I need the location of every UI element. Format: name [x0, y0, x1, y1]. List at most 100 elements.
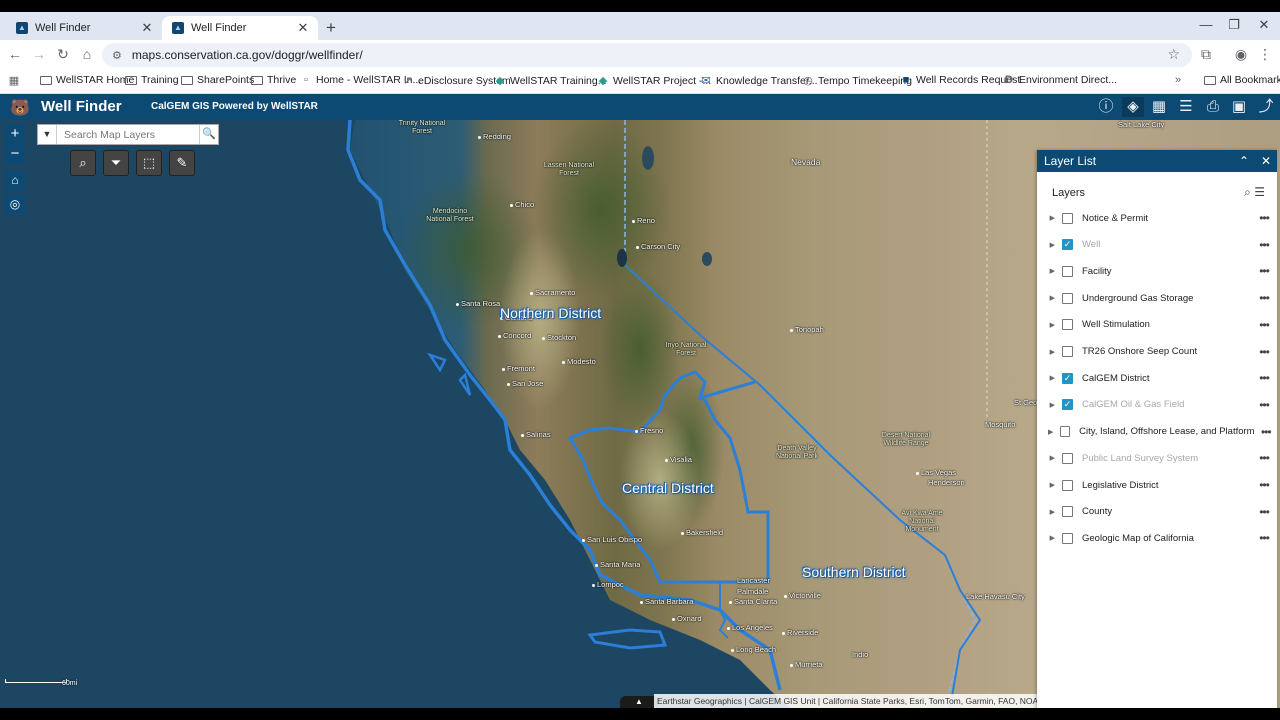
search-input[interactable] — [57, 125, 199, 144]
home-icon[interactable]: ⌂ — [78, 46, 96, 62]
bookmark-item[interactable]: ◆ WellSTAR Project -... — [597, 74, 711, 88]
tab-search-icon[interactable]: ⧉ — [1197, 46, 1215, 63]
basemap-gallery-icon[interactable]: ▦ — [1148, 97, 1170, 117]
bookmark-item[interactable]: WellSTAR Home — [40, 74, 134, 86]
bookmark-item[interactable]: ✉ Knowledge Transfer... — [700, 74, 817, 88]
more-options-icon[interactable]: ••• — [1251, 371, 1277, 385]
more-options-icon[interactable]: ••• — [1251, 451, 1277, 465]
layer-item[interactable]: ▶ City, Island, Offshore Lease, and Platf… — [1037, 419, 1277, 445]
bookmark-icon[interactable]: ▣ — [1228, 97, 1250, 117]
measure-button[interactable]: ✎ — [169, 150, 195, 176]
collapse-panel-button[interactable]: ⌃ — [1233, 154, 1255, 168]
bookmark-item[interactable]: D Environment Direct... — [1003, 74, 1117, 86]
close-window-icon[interactable]: ✕ — [1254, 17, 1274, 33]
layer-item[interactable]: ▶ County ••• — [1037, 499, 1277, 525]
select-button[interactable]: ⬚ — [136, 150, 162, 176]
zoom-in-button[interactable]: + — [5, 124, 25, 144]
site-info-icon[interactable]: ⚙ — [112, 49, 122, 62]
expand-arrow-icon[interactable]: ▶ — [1043, 294, 1057, 302]
home-extent-button[interactable]: ⌂ — [5, 170, 25, 190]
zoom-out-button[interactable]: − — [5, 144, 25, 164]
layer-checkbox[interactable] — [1062, 319, 1073, 331]
new-tab-button[interactable]: + — [326, 18, 336, 38]
search-source-dropdown[interactable]: ▼ — [38, 125, 57, 144]
close-tab-icon[interactable]: ✕ — [296, 20, 310, 36]
expand-arrow-icon[interactable]: ▶ — [1043, 267, 1057, 275]
layer-checkbox[interactable]: ✓ — [1062, 399, 1073, 411]
filter-list-icon[interactable]: ☰ — [1254, 185, 1265, 199]
layer-item[interactable]: ▶ Legislative District ••• — [1037, 472, 1277, 498]
all-bookmarks[interactable]: All Bookmarks — [1204, 74, 1280, 86]
expand-arrow-icon[interactable]: ▶ — [1043, 214, 1057, 222]
expand-arrow-icon[interactable]: ▶ — [1043, 481, 1057, 489]
bookmark-star-icon[interactable]: ☆ — [1167, 46, 1180, 63]
layer-checkbox[interactable]: ✓ — [1062, 372, 1073, 384]
expand-arrow-icon[interactable]: ▶ — [1043, 401, 1057, 409]
search-icon[interactable]: ⌕ — [1244, 185, 1251, 199]
expand-arrow-icon[interactable]: ▶ — [1043, 454, 1057, 462]
layer-item[interactable]: ▶ Public Land Survey System ••• — [1037, 445, 1277, 471]
more-options-icon[interactable]: ••• — [1255, 425, 1277, 439]
forward-icon[interactable]: → — [30, 46, 48, 62]
expand-arrow-icon[interactable]: ▶ — [1043, 534, 1057, 542]
expand-arrow-icon[interactable]: ▶ — [1043, 241, 1057, 249]
bookmark-item[interactable]: ◷ Tempo Timekeeping — [802, 74, 912, 88]
restore-icon[interactable]: ❐ — [1224, 17, 1244, 33]
layer-checkbox[interactable] — [1062, 346, 1073, 357]
bookmark-item[interactable]: ◆ WellSTAR Training... — [494, 74, 607, 88]
layer-item[interactable]: ▶ ✓ CalGEM Oil & Gas Field ••• — [1037, 392, 1277, 418]
layer-checkbox[interactable] — [1060, 426, 1071, 438]
browser-tab-1[interactable]: ▲ Well Finder ✕ — [6, 16, 162, 40]
bookmark-item[interactable]: Training — [125, 74, 179, 86]
more-options-icon[interactable]: ••• — [1251, 211, 1277, 225]
close-tab-icon[interactable]: ✕ — [140, 20, 154, 36]
bookmark-item[interactable]: SharePoints — [181, 74, 254, 86]
expand-arrow-icon[interactable]: ▶ — [1043, 321, 1057, 329]
layer-checkbox[interactable] — [1062, 265, 1073, 277]
share-icon[interactable]: ⤴ — [1255, 97, 1277, 117]
apps-icon[interactable]: ▦ — [8, 74, 20, 87]
layer-checkbox[interactable] — [1062, 292, 1073, 304]
layer-item[interactable]: ▶ Facility ••• — [1037, 258, 1277, 284]
profile-icon[interactable]: ◉ — [1232, 46, 1250, 63]
more-options-icon[interactable]: ••• — [1251, 318, 1277, 332]
more-options-icon[interactable]: ••• — [1251, 238, 1277, 252]
layer-item[interactable]: ▶ Well Stimulation ••• — [1037, 312, 1277, 338]
layer-item[interactable]: ▶ Underground Gas Storage ••• — [1037, 285, 1277, 311]
info-icon[interactable]: ⓘ — [1095, 97, 1117, 117]
layer-checkbox[interactable] — [1062, 212, 1073, 224]
layer-item[interactable]: ▶ Geologic Map of California ••• — [1037, 525, 1277, 551]
minimize-icon[interactable]: — — [1196, 17, 1216, 32]
more-options-icon[interactable]: ••• — [1251, 531, 1277, 545]
expand-arrow-icon[interactable]: ▶ — [1043, 428, 1055, 436]
attribution-toggle[interactable]: ▲ — [620, 696, 658, 708]
layer-checkbox[interactable] — [1062, 532, 1073, 544]
layer-checkbox[interactable] — [1062, 506, 1073, 518]
more-options-icon[interactable]: ••• — [1251, 291, 1277, 305]
more-options-icon[interactable]: ••• — [1251, 398, 1277, 412]
locate-button[interactable]: ◎ — [5, 194, 25, 214]
close-panel-button[interactable]: ✕ — [1255, 154, 1277, 168]
address-bar[interactable]: ⚙ maps.conservation.ca.gov/doggr/wellfin… — [102, 43, 1192, 67]
layer-checkbox[interactable]: ✓ — [1062, 239, 1073, 251]
expand-arrow-icon[interactable]: ▶ — [1043, 374, 1057, 382]
map-view[interactable]: Trinity National Forest Redding Lassen N… — [0, 120, 1280, 708]
layer-item[interactable]: ▶ ✓ Well ••• — [1037, 232, 1277, 258]
bookmark-item[interactable]: Thrive — [251, 74, 296, 86]
back-icon[interactable]: ← — [6, 46, 24, 62]
more-options-icon[interactable]: ••• — [1251, 478, 1277, 492]
expand-arrow-icon[interactable]: ▶ — [1043, 508, 1057, 516]
more-bookmarks-icon[interactable]: » — [1172, 74, 1184, 86]
reload-icon[interactable]: ↻ — [54, 46, 72, 63]
layer-checkbox[interactable] — [1062, 452, 1073, 464]
more-options-icon[interactable]: ••• — [1251, 264, 1277, 278]
menu-icon[interactable]: ⋮ — [1256, 46, 1274, 63]
print-icon[interactable]: ⎙ — [1202, 97, 1224, 117]
query-button[interactable]: ⌕ — [70, 150, 96, 176]
layer-item[interactable]: ▶ Notice & Permit ••• — [1037, 205, 1277, 231]
layer-item[interactable]: ▶ TR26 Onshore Seep Count ••• — [1037, 339, 1277, 365]
browser-tab-2[interactable]: ▲ Well Finder ✕ — [162, 16, 318, 40]
search-button[interactable]: 🔍 — [199, 125, 218, 144]
more-options-icon[interactable]: ••• — [1251, 505, 1277, 519]
layers-icon[interactable]: ◈ — [1122, 97, 1144, 117]
